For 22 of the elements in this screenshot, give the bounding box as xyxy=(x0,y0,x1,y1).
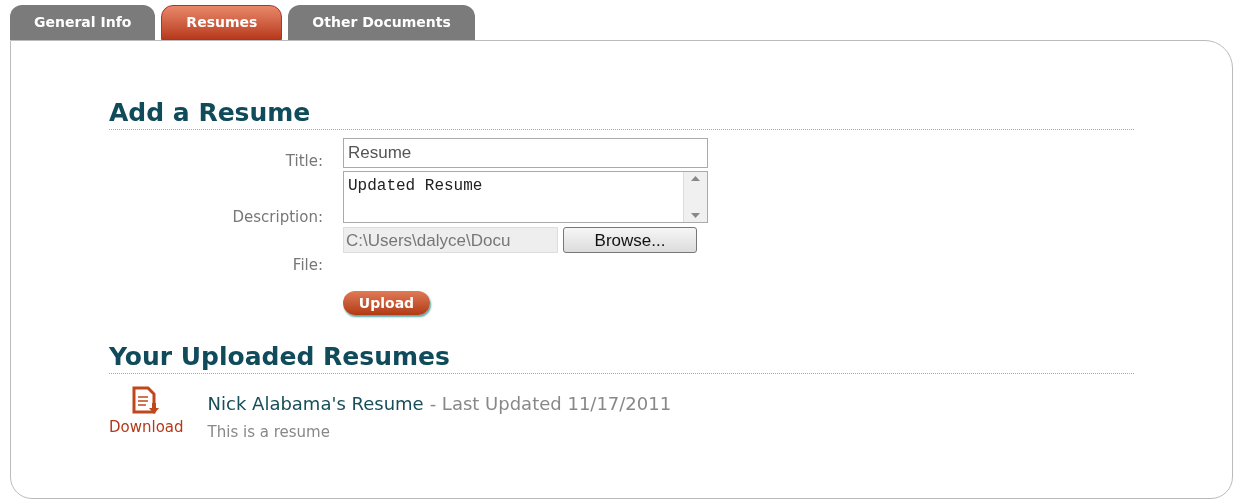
description-text: Updated Resume xyxy=(348,176,483,197)
updated-date: - Last Updated 11/17/2011 xyxy=(429,392,672,416)
tab[interactable]: General Info xyxy=(10,5,156,40)
field-label: Title: xyxy=(285,151,323,172)
field-label: File: xyxy=(292,255,323,276)
tab[interactable]: Resumes xyxy=(161,5,283,40)
scrollbar[interactable] xyxy=(683,172,707,222)
title-field[interactable]: Resume xyxy=(343,138,708,168)
description-field[interactable]: Updated Resume xyxy=(343,171,708,223)
document-download-icon[interactable] xyxy=(131,386,162,416)
resume-link[interactable]: Nick Alabama's Resume xyxy=(207,390,424,417)
upload-button[interactable]: Upload xyxy=(343,291,430,315)
scroll-up-icon[interactable] xyxy=(691,176,700,181)
download-link[interactable]: Download xyxy=(109,416,184,439)
file-path-field[interactable]: C:\Users\dalyce\Docu xyxy=(343,227,558,253)
scroll-down-icon[interactable] xyxy=(691,213,700,218)
tab[interactable]: Other Documents xyxy=(288,5,475,40)
section-heading: Your Uploaded Resumes xyxy=(109,341,451,373)
section-heading: Add a Resume xyxy=(109,97,312,129)
resume-description: This is a resume xyxy=(207,422,331,443)
field-label: Description: xyxy=(232,207,323,228)
browse-button[interactable]: Browse... xyxy=(563,227,697,253)
